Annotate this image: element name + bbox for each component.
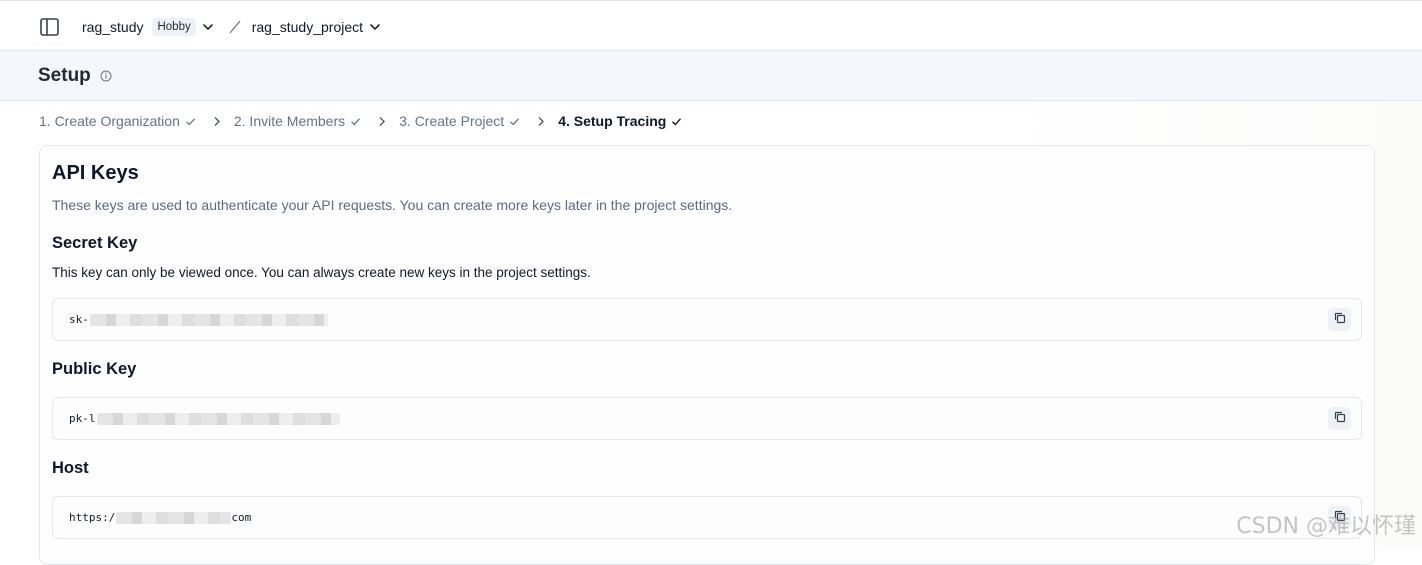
step-create-project[interactable]: 3. Create Project	[399, 113, 520, 129]
chevron-right-icon	[378, 116, 386, 127]
step-label: 4. Setup Tracing	[558, 113, 666, 129]
check-icon	[185, 116, 196, 127]
copy-icon	[1334, 312, 1346, 327]
sidebar-toggle-icon[interactable]	[38, 16, 60, 38]
secret-key-title: Secret Key	[52, 234, 137, 253]
step-create-organization[interactable]: 1. Create Organization	[39, 113, 196, 129]
api-keys-title: API Keys	[52, 162, 139, 185]
public-key-field[interactable]: pk-l	[52, 397, 1362, 440]
public-key-value: pk-l	[69, 412, 96, 425]
chevron-right-icon	[213, 116, 221, 127]
copy-secret-key-button[interactable]	[1328, 308, 1351, 331]
setup-steps: 1. Create Organization 2. Invite Members…	[39, 113, 682, 129]
api-keys-card: API Keys These keys are used to authenti…	[39, 145, 1375, 565]
redacted-value	[90, 314, 328, 326]
host-value-suffix: com	[231, 511, 251, 524]
top-navigation-bar: rag_study Hobby rag_study_project	[0, 3, 1422, 51]
copy-icon	[1334, 411, 1346, 426]
slash-icon	[228, 19, 242, 35]
step-label: 2. Invite Members	[234, 113, 345, 129]
step-label: 1. Create Organization	[39, 113, 180, 129]
organization-selector[interactable]: rag_study Hobby	[82, 18, 216, 36]
check-icon	[671, 116, 682, 127]
chevron-right-icon	[537, 116, 545, 127]
page-title: Setup	[38, 65, 91, 87]
copy-icon	[1334, 510, 1346, 525]
main-content: 1. Create Organization 2. Invite Members…	[0, 101, 1422, 550]
redacted-value	[97, 413, 340, 425]
check-icon	[350, 116, 361, 127]
organization-name: rag_study	[82, 19, 143, 35]
copy-host-button[interactable]	[1328, 506, 1351, 529]
public-key-title: Public Key	[52, 360, 136, 379]
redacted-value	[116, 512, 231, 524]
page-header: Setup	[0, 51, 1422, 101]
plan-badge: Hobby	[152, 18, 195, 36]
check-icon	[509, 116, 520, 127]
host-field[interactable]: https:/ com	[52, 496, 1362, 539]
info-icon[interactable]	[100, 70, 112, 82]
step-invite-members[interactable]: 2. Invite Members	[234, 113, 361, 129]
secret-key-field[interactable]: sk-	[52, 298, 1362, 341]
host-title: Host	[52, 459, 89, 478]
api-keys-description: These keys are used to authenticate your…	[52, 197, 732, 213]
copy-public-key-button[interactable]	[1328, 407, 1351, 430]
chevron-down-icon	[202, 21, 214, 33]
secret-key-description: This key can only be viewed once. You ca…	[52, 265, 591, 280]
step-setup-tracing[interactable]: 4. Setup Tracing	[558, 113, 682, 129]
project-selector[interactable]: rag_study_project	[252, 19, 383, 35]
host-value: https:/	[69, 511, 115, 524]
secret-key-value: sk-	[69, 313, 89, 326]
chevron-down-icon	[369, 21, 381, 33]
project-name: rag_study_project	[252, 19, 363, 35]
step-label: 3. Create Project	[399, 113, 504, 129]
